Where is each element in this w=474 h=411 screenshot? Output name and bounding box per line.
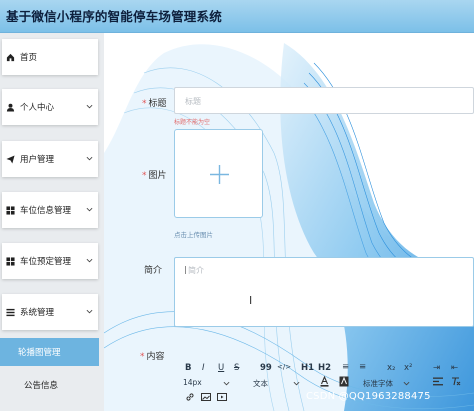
title-input[interactable]: 标题 [174,87,474,114]
image-icon[interactable] [201,392,211,402]
align-icon[interactable] [433,377,443,386]
sidebar-item-label: 车位信息管理 [20,206,72,216]
sidebar-item-system-management[interactable]: 系统管理 [2,294,98,330]
chevron-down-icon [403,381,410,386]
text-cursor-caret: | [184,265,187,274]
sidebar-subitem-announcements[interactable]: 公告信息 [0,371,99,399]
intro-placeholder: 简介 [188,266,204,275]
app-title: 基于微信小程序的智能停车场管理系统 [6,9,222,24]
outdent-button[interactable]: ⇤ [451,363,458,373]
link-icon[interactable] [185,392,195,402]
chevron-down-icon [86,104,93,109]
font-color-icon[interactable] [320,376,329,387]
strike-button[interactable]: S [234,363,239,373]
sidebar-item-personal-center[interactable]: 个人中心 [2,89,98,125]
font-family-select[interactable]: 标准字体 [363,378,393,389]
video-icon[interactable] [217,392,227,402]
sidebar-item-label: 用户管理 [20,155,55,165]
sidebar-item-user-management[interactable]: 用户管理 [2,141,98,177]
clear-format-icon[interactable] [451,377,461,386]
sidebar-item-label: 系统管理 [20,308,55,318]
ordered-list-button[interactable]: ≡ [342,362,349,372]
chevron-down-icon [86,207,93,212]
chevron-down-icon [86,258,93,263]
sidebar: 首页 个人中心 用户管理 车位信息管理 车位预定管理 系统管理 轮播图管理 公告… [0,33,104,411]
superscript-button[interactable]: x² [404,363,412,373]
list-icon [6,308,15,316]
underline-button[interactable]: U [218,363,224,373]
title-label: * 标题 [142,96,167,109]
sidebar-item-parking-info[interactable]: 车位信息管理 [2,192,98,228]
title-placeholder: 标题 [185,97,201,106]
font-size-select[interactable]: 14px [183,378,202,387]
editor-toolbar: B I U S 99 </> H1 H2 ≡ ≡ x₂ x² ⇥ ⇤ 14px … [183,360,474,411]
title-label-text: 标题 [148,99,167,109]
title-error-hint: 标题不能为空 [174,119,211,126]
required-mark: * [142,171,147,181]
csdn-watermark: CSDN @QQ1963288475 [306,391,431,402]
sidebar-subitem-label: 轮播图管理 [18,348,61,358]
blockquote-button[interactable]: 99 [260,363,272,373]
required-mark: * [142,99,147,109]
chevron-down-icon [86,156,93,161]
top-header: 基于微信小程序的智能停车场管理系统 [0,0,474,33]
mouse-ibeam-cursor: I [249,294,253,307]
plus-icon [210,165,229,184]
chevron-down-icon [293,381,300,386]
heading2-button[interactable]: H2 [318,363,331,373]
subscript-button[interactable]: x₂ [387,363,395,373]
italic-button[interactable]: I [202,363,205,373]
image-upload-box[interactable] [174,129,263,218]
user-icon [6,103,15,112]
content-label-text: 内容 [146,352,165,362]
heading1-button[interactable]: H1 [301,363,314,373]
sidebar-item-label: 首页 [20,53,38,63]
sidebar-item-label: 个人中心 [20,103,55,113]
chevron-down-icon [86,309,93,314]
sidebar-item-parking-reservation[interactable]: 车位预定管理 [2,243,98,279]
sidebar-item-label: 车位预定管理 [20,257,72,267]
main-content: * 标题 标题 标题不能为空 * 图片 点击上传图片 简介 | 简介 I * 内容 [104,33,474,411]
send-icon [6,154,15,164]
chevron-down-icon [223,381,230,386]
bold-button[interactable]: B [185,363,191,373]
highlight-icon[interactable] [339,376,349,387]
content-label: * 内容 [140,349,165,362]
required-mark: * [140,352,145,362]
grid-icon [6,256,15,266]
code-button[interactable]: </> [277,363,291,371]
grid-icon [6,205,15,215]
upload-hint: 点击上传图片 [174,231,213,239]
intro-label: 简介 [144,266,163,276]
home-icon [6,53,15,61]
image-label: * 图片 [142,168,167,181]
bullet-list-button[interactable]: ≡ [359,362,366,372]
image-label-text: 图片 [148,171,167,181]
text-style-select[interactable]: 文本 [253,378,268,389]
intro-textarea[interactable]: | 简介 I [174,257,474,327]
sidebar-item-home[interactable]: 首页 [2,39,98,75]
sidebar-subitem-label: 公告信息 [24,381,59,391]
sidebar-subitem-carousel[interactable]: 轮播图管理 [0,338,99,366]
indent-button[interactable]: ⇥ [433,363,440,373]
